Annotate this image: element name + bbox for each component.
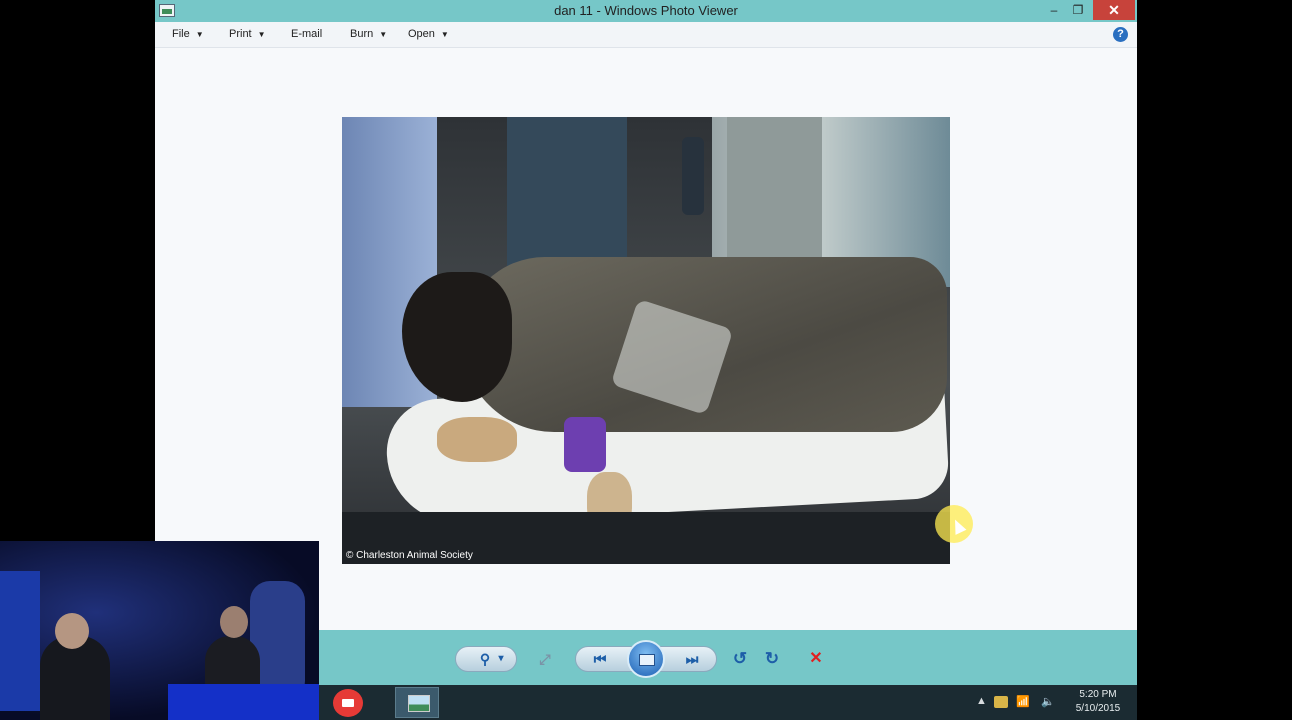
chevron-down-icon: ▼ <box>257 30 266 39</box>
window-title: dan 11 - Windows Photo Viewer <box>554 3 738 18</box>
menu-bar: File ▼ Print ▼ E-mail Burn ▼ Open ▼ ? <box>155 22 1137 48</box>
photo-dog-paw <box>437 417 517 462</box>
chevron-down-icon: ▼ <box>440 30 449 39</box>
webcam-blue-panel <box>168 684 319 720</box>
taskbar: ▲ 📶 🔈 5:20 PM 5/10/2015 <box>319 685 1137 720</box>
clock-date: 5/10/2015 <box>1075 703 1121 714</box>
action-center-flag-icon[interactable] <box>994 696 1008 708</box>
close-window-button[interactable]: ✕ <box>1093 0 1135 20</box>
previous-button[interactable]: ⏮ <box>587 646 613 672</box>
chevron-down-icon: ▼ <box>195 30 204 39</box>
title-bar[interactable]: dan 11 - Windows Photo Viewer – ❐ ✕ <box>155 0 1137 22</box>
menu-open[interactable]: Open ▼ <box>408 28 449 40</box>
photo-caption: © Charleston Animal Society <box>346 550 473 561</box>
chevron-down-icon: ▼ <box>379 30 388 39</box>
menu-email[interactable]: E-mail <box>291 28 322 40</box>
menu-file-label: File <box>172 28 190 40</box>
displayed-photo: © Charleston Animal Society <box>342 117 950 564</box>
photo-bottle <box>682 137 704 215</box>
menu-print[interactable]: Print ▼ <box>229 28 266 40</box>
menu-open-label: Open <box>408 28 435 40</box>
webcam-overlay <box>0 541 319 720</box>
menu-email-label: E-mail <box>291 28 323 40</box>
screen: dan 11 - Windows Photo Viewer – ❐ ✕ File… <box>0 0 1292 720</box>
clock-time: 5:20 PM <box>1079 689 1117 700</box>
system-clock[interactable]: 5:20 PM 5/10/2015 <box>1067 688 1129 716</box>
menu-print-label: Print <box>229 28 252 40</box>
minimize-button[interactable]: – <box>1041 0 1067 20</box>
help-icon[interactable]: ? <box>1113 27 1128 42</box>
delete-button[interactable]: ✕ <box>805 646 827 672</box>
network-icon[interactable]: 📶 <box>1016 695 1030 708</box>
menu-file[interactable]: File ▼ <box>172 28 204 40</box>
actual-size-icon[interactable]: ⤢ <box>535 646 555 672</box>
photo-person-center <box>507 117 627 267</box>
menu-burn[interactable]: Burn ▼ <box>350 28 387 40</box>
zoom-dropdown-icon[interactable]: ▾ <box>495 646 507 672</box>
webcam-person-left-face <box>55 613 89 649</box>
menu-burn-label: Burn <box>350 28 374 40</box>
screen-recorder-taskbar-icon[interactable] <box>333 689 363 717</box>
maximize-button[interactable]: ❐ <box>1065 0 1091 20</box>
photo-wall-block <box>727 117 822 277</box>
zoom-icon[interactable]: ⚲ <box>475 646 495 672</box>
slideshow-button[interactable] <box>627 640 665 678</box>
next-button[interactable]: ⏭ <box>679 646 705 672</box>
webcam-blue-light <box>0 571 40 711</box>
volume-icon[interactable]: 🔈 <box>1041 695 1055 708</box>
webcam-person-right-face <box>220 606 248 638</box>
rotate-counterclockwise-button[interactable]: ↺ <box>729 646 751 672</box>
photo-viewer-taskbar-button[interactable] <box>395 687 439 718</box>
rotate-clockwise-button[interactable]: ↻ <box>761 646 783 672</box>
photo-bandage <box>564 417 606 472</box>
show-hidden-icons-button[interactable]: ▲ <box>976 695 987 707</box>
